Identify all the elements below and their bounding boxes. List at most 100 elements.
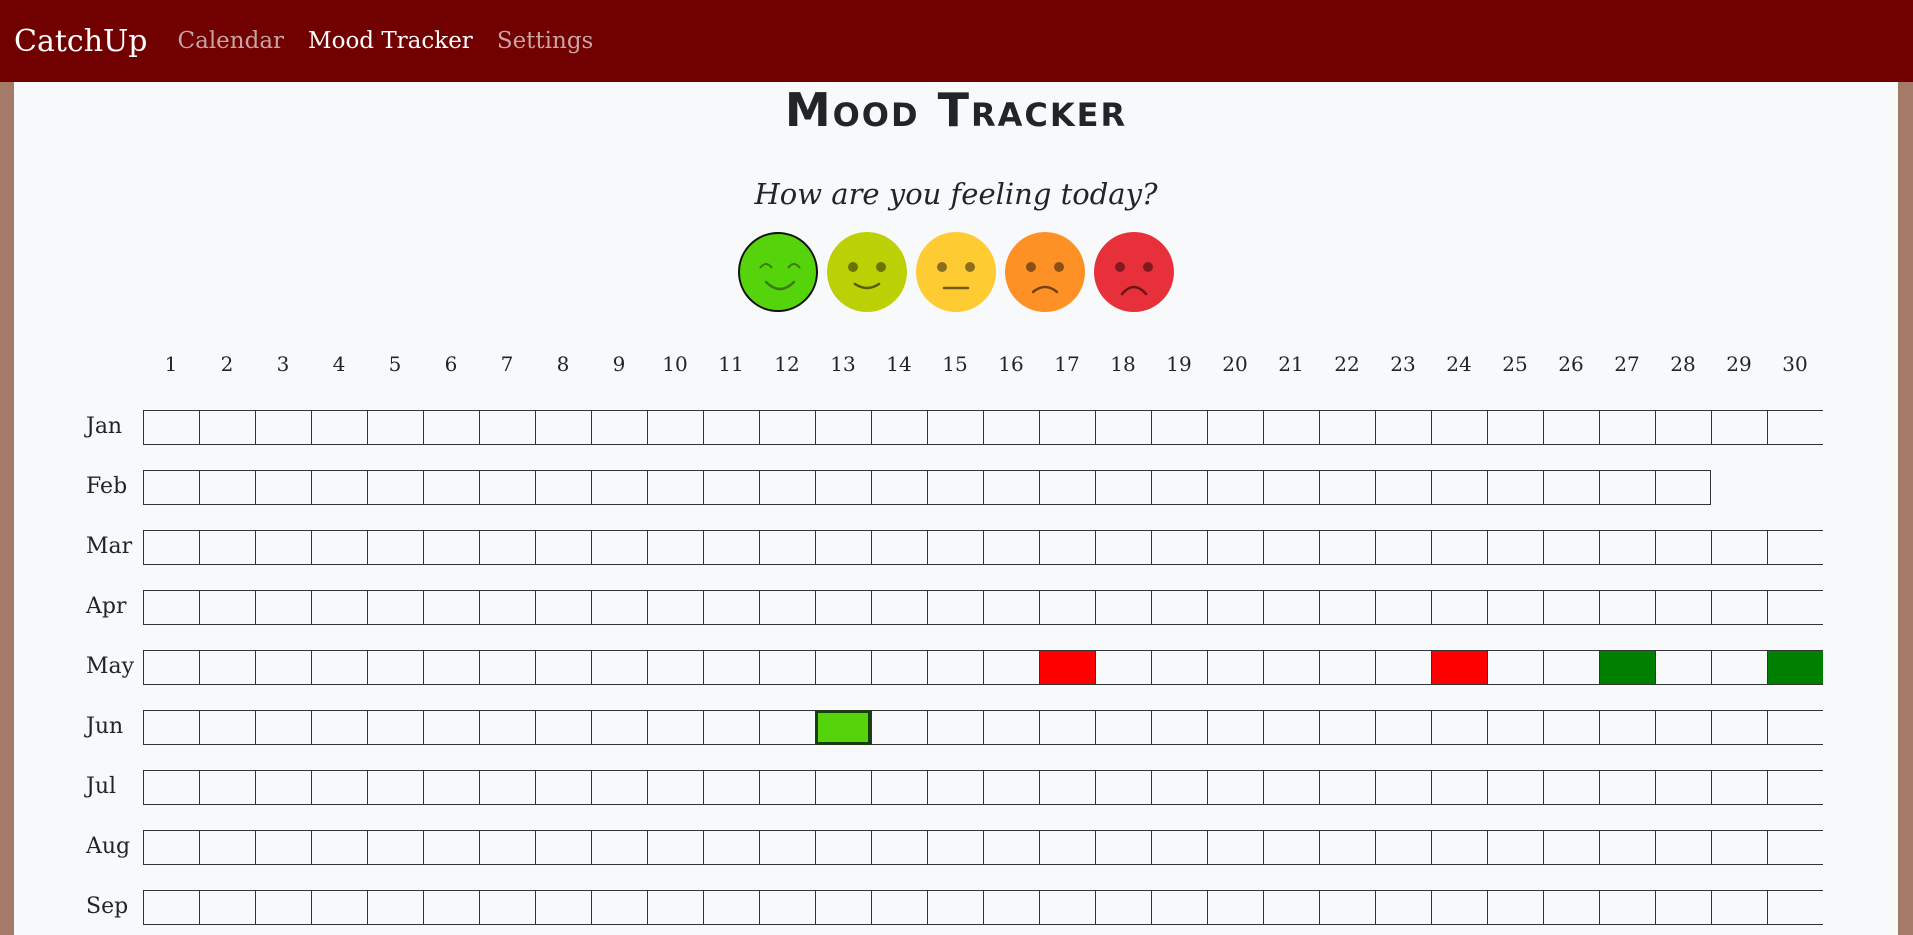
day-cell-may-18[interactable] (1095, 650, 1151, 685)
day-cell-jul-3[interactable] (255, 770, 311, 805)
day-cell-sep-3[interactable] (255, 890, 311, 925)
day-cell-may-9[interactable] (591, 650, 647, 685)
nav-link-mood-tracker[interactable]: Mood Tracker (308, 28, 473, 54)
day-cell-may-6[interactable] (423, 650, 479, 685)
day-cell-may-21[interactable] (1263, 650, 1319, 685)
day-cell-sep-2[interactable] (199, 890, 255, 925)
day-cell-apr-20[interactable] (1207, 590, 1263, 625)
day-cell-apr-30[interactable] (1767, 590, 1823, 625)
day-cell-feb-12[interactable] (759, 470, 815, 505)
day-cell-mar-7[interactable] (479, 530, 535, 565)
day-cell-aug-28[interactable] (1655, 830, 1711, 865)
sad-face-icon[interactable] (1005, 232, 1085, 312)
day-cell-feb-17[interactable] (1039, 470, 1095, 505)
day-cell-jul-1[interactable] (143, 770, 199, 805)
day-cell-aug-21[interactable] (1263, 830, 1319, 865)
day-cell-aug-13[interactable] (815, 830, 871, 865)
day-cell-jul-21[interactable] (1263, 770, 1319, 805)
day-cell-jan-17[interactable] (1039, 410, 1095, 445)
day-cell-jan-22[interactable] (1319, 410, 1375, 445)
day-cell-feb-25[interactable] (1487, 470, 1543, 505)
day-cell-sep-10[interactable] (647, 890, 703, 925)
day-cell-feb-4[interactable] (311, 470, 367, 505)
day-cell-sep-6[interactable] (423, 890, 479, 925)
day-cell-jun-23[interactable] (1375, 710, 1431, 745)
day-cell-jun-14[interactable] (871, 710, 927, 745)
day-cell-jun-30[interactable] (1767, 710, 1823, 745)
day-cell-sep-9[interactable] (591, 890, 647, 925)
day-cell-jul-13[interactable] (815, 770, 871, 805)
day-cell-mar-5[interactable] (367, 530, 423, 565)
day-cell-sep-25[interactable] (1487, 890, 1543, 925)
day-cell-aug-24[interactable] (1431, 830, 1487, 865)
day-cell-feb-8[interactable] (535, 470, 591, 505)
day-cell-jul-8[interactable] (535, 770, 591, 805)
day-cell-aug-17[interactable] (1039, 830, 1095, 865)
day-cell-may-11[interactable] (703, 650, 759, 685)
day-cell-jun-18[interactable] (1095, 710, 1151, 745)
day-cell-jun-24[interactable] (1431, 710, 1487, 745)
day-cell-apr-19[interactable] (1151, 590, 1207, 625)
day-cell-apr-6[interactable] (423, 590, 479, 625)
day-cell-mar-12[interactable] (759, 530, 815, 565)
day-cell-may-29[interactable] (1711, 650, 1767, 685)
day-cell-apr-4[interactable] (311, 590, 367, 625)
day-cell-mar-2[interactable] (199, 530, 255, 565)
day-cell-sep-17[interactable] (1039, 890, 1095, 925)
day-cell-jun-12[interactable] (759, 710, 815, 745)
day-cell-may-16[interactable] (983, 650, 1039, 685)
day-cell-jun-27[interactable] (1599, 710, 1655, 745)
day-cell-mar-27[interactable] (1599, 530, 1655, 565)
day-cell-may-27[interactable] (1599, 650, 1655, 685)
day-cell-feb-28[interactable] (1655, 470, 1711, 505)
day-cell-aug-12[interactable] (759, 830, 815, 865)
day-cell-jul-24[interactable] (1431, 770, 1487, 805)
day-cell-jan-29[interactable] (1711, 410, 1767, 445)
day-cell-feb-3[interactable] (255, 470, 311, 505)
day-cell-jan-10[interactable] (647, 410, 703, 445)
day-cell-may-26[interactable] (1543, 650, 1599, 685)
day-cell-sep-26[interactable] (1543, 890, 1599, 925)
day-cell-jul-19[interactable] (1151, 770, 1207, 805)
day-cell-apr-9[interactable] (591, 590, 647, 625)
day-cell-aug-3[interactable] (255, 830, 311, 865)
day-cell-jun-26[interactable] (1543, 710, 1599, 745)
day-cell-feb-7[interactable] (479, 470, 535, 505)
day-cell-apr-17[interactable] (1039, 590, 1095, 625)
day-cell-aug-19[interactable] (1151, 830, 1207, 865)
happy-face-icon[interactable] (827, 232, 907, 312)
day-cell-mar-11[interactable] (703, 530, 759, 565)
day-cell-jan-18[interactable] (1095, 410, 1151, 445)
day-cell-mar-18[interactable] (1095, 530, 1151, 565)
day-cell-sep-27[interactable] (1599, 890, 1655, 925)
day-cell-apr-26[interactable] (1543, 590, 1599, 625)
day-cell-mar-1[interactable] (143, 530, 199, 565)
day-cell-feb-14[interactable] (871, 470, 927, 505)
day-cell-jul-20[interactable] (1207, 770, 1263, 805)
day-cell-sep-19[interactable] (1151, 890, 1207, 925)
day-cell-mar-17[interactable] (1039, 530, 1095, 565)
day-cell-apr-5[interactable] (367, 590, 423, 625)
day-cell-jun-29[interactable] (1711, 710, 1767, 745)
very-happy-face-icon[interactable] (738, 232, 818, 312)
day-cell-jan-27[interactable] (1599, 410, 1655, 445)
day-cell-jun-7[interactable] (479, 710, 535, 745)
day-cell-jan-21[interactable] (1263, 410, 1319, 445)
day-cell-sep-11[interactable] (703, 890, 759, 925)
day-cell-apr-11[interactable] (703, 590, 759, 625)
day-cell-feb-16[interactable] (983, 470, 1039, 505)
day-cell-apr-18[interactable] (1095, 590, 1151, 625)
day-cell-apr-28[interactable] (1655, 590, 1711, 625)
day-cell-sep-30[interactable] (1767, 890, 1823, 925)
day-cell-aug-10[interactable] (647, 830, 703, 865)
day-cell-aug-16[interactable] (983, 830, 1039, 865)
day-cell-jul-11[interactable] (703, 770, 759, 805)
day-cell-sep-12[interactable] (759, 890, 815, 925)
day-cell-jan-19[interactable] (1151, 410, 1207, 445)
day-cell-aug-20[interactable] (1207, 830, 1263, 865)
day-cell-jun-16[interactable] (983, 710, 1039, 745)
day-cell-jul-23[interactable] (1375, 770, 1431, 805)
day-cell-mar-29[interactable] (1711, 530, 1767, 565)
day-cell-aug-25[interactable] (1487, 830, 1543, 865)
day-cell-mar-10[interactable] (647, 530, 703, 565)
